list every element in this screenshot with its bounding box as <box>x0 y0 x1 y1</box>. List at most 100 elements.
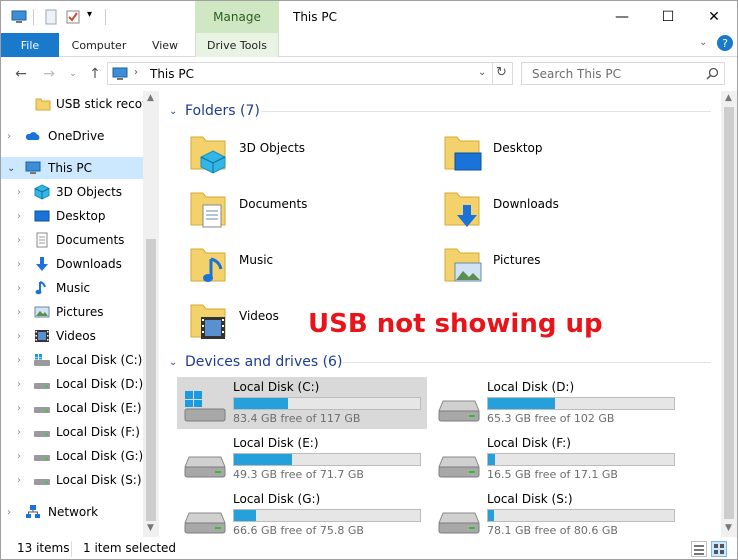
sidebar-item-pictures[interactable]: › Pictures <box>1 301 143 323</box>
breadcrumb-this-pc[interactable]: This PC <box>150 67 194 81</box>
folder-label: Pictures <box>493 253 541 267</box>
forward-arrow-icon[interactable]: → <box>39 64 59 84</box>
search-input[interactable]: Search This PC <box>521 62 725 85</box>
properties-icon[interactable] <box>65 9 81 25</box>
computer-icon[interactable] <box>11 9 27 25</box>
tab-file[interactable]: File <box>1 33 59 57</box>
scroll-up-icon[interactable]: ▲ <box>725 93 732 103</box>
sidebar-item-local-disk-s[interactable]: › Local Disk (S:) <box>1 469 143 491</box>
sidebar-item-label: Network <box>48 505 99 519</box>
manage-context-tab[interactable]: Manage <box>195 1 279 33</box>
sidebar-item-videos[interactable]: › Videos <box>1 325 143 347</box>
drives-group-header[interactable]: ⌄ Devices and drives (6) <box>169 352 342 372</box>
details-view-icon[interactable] <box>691 541 707 557</box>
sidebar-item-local-disk-f[interactable]: › Local Disk (F:) <box>1 421 143 443</box>
expand-chevron-icon[interactable]: › <box>17 451 27 462</box>
content-scrollbar[interactable]: ▲ ▼ <box>721 91 737 537</box>
expand-chevron-icon[interactable]: › <box>17 331 27 342</box>
expand-chevron-icon[interactable]: › <box>17 427 27 438</box>
folder-music[interactable]: Music <box>183 241 423 291</box>
drive-tile-d[interactable]: Local Disk (D:) 65.3 GB free of 102 GB <box>431 377 681 429</box>
recent-locations-icon[interactable]: ⌄ <box>63 64 83 84</box>
sidebar-item-this-pc[interactable]: ⌄ This PC <box>1 157 143 179</box>
sidebar-item-label: Downloads <box>56 257 122 271</box>
collapse-chevron-icon[interactable]: ⌄ <box>169 357 179 368</box>
expand-chevron-icon[interactable]: › <box>17 355 27 366</box>
drive-usage-bar <box>487 397 675 410</box>
address-bar[interactable]: › This PC ⌄ ↻ <box>107 62 513 85</box>
tiles-view-icon[interactable] <box>711 541 727 557</box>
up-arrow-icon[interactable]: ↑ <box>85 64 105 84</box>
documents-icon <box>36 232 48 248</box>
sidebar-item-onedrive[interactable]: › OneDrive <box>1 125 143 147</box>
expand-chevron-icon[interactable]: › <box>7 507 17 518</box>
sidebar-item-music[interactable]: › Music <box>1 277 143 299</box>
sidebar-item-local-disk-g[interactable]: › Local Disk (G:) <box>1 445 143 467</box>
sidebar-item-3d-objects[interactable]: › 3D Objects <box>1 181 143 203</box>
folder-pictures[interactable]: Pictures <box>437 241 677 291</box>
scroll-down-icon[interactable]: ▼ <box>725 523 732 533</box>
maximize-button[interactable]: ☐ <box>645 1 691 33</box>
drive-name: Local Disk (G:) <box>233 492 321 506</box>
folders-group-header[interactable]: ⌄ Folders (7) <box>169 101 260 121</box>
drive-tile-s[interactable]: Local Disk (S:) 78.1 GB free of 80.6 GB <box>431 489 681 537</box>
expand-chevron-icon[interactable]: › <box>17 187 27 198</box>
drive-free-space: 83.4 GB free of 117 GB <box>233 412 361 425</box>
expand-chevron-icon[interactable]: › <box>17 259 27 270</box>
close-button[interactable]: ✕ <box>691 1 737 33</box>
folder-documents[interactable]: Documents <box>183 185 423 235</box>
drive-icon <box>34 383 50 389</box>
collapse-chevron-icon[interactable]: ⌄ <box>7 163 17 174</box>
expand-chevron-icon[interactable]: › <box>17 379 27 390</box>
minimize-button[interactable]: — <box>599 1 645 33</box>
qat-dropdown-icon[interactable]: ▾ <box>87 9 92 20</box>
collapse-chevron-icon[interactable]: ⌄ <box>169 106 179 117</box>
content-scrollbar-thumb[interactable] <box>724 107 734 519</box>
expand-ribbon-icon[interactable]: ⌄ <box>699 37 707 48</box>
expand-chevron-icon[interactable]: › <box>7 131 17 142</box>
drive-icon <box>438 456 480 478</box>
sidebar-item-documents[interactable]: › Documents <box>1 229 143 251</box>
drive-usage-fill <box>488 454 495 465</box>
sidebar-item-quick-access[interactable]: USB stick recove <box>1 93 157 115</box>
sidebar-item-label: Local Disk (C:) <box>56 353 143 367</box>
breadcrumb-chevron-icon[interactable]: › <box>134 67 138 78</box>
nav-scrollbar[interactable]: ▲ ▼ <box>143 91 159 537</box>
sidebar-item-local-disk-c[interactable]: › Local Disk (C:) <box>1 349 143 371</box>
address-dropdown-icon[interactable]: ⌄ <box>478 67 486 78</box>
blank-page-icon[interactable] <box>43 9 59 25</box>
pictures-icon <box>34 306 50 318</box>
scroll-up-icon[interactable]: ▲ <box>147 93 154 103</box>
drive-tile-c[interactable]: Local Disk (C:) 83.4 GB free of 117 GB <box>177 377 427 429</box>
tab-view[interactable]: View <box>141 33 189 57</box>
refresh-icon[interactable]: ↻ <box>496 65 507 80</box>
expand-chevron-icon[interactable]: › <box>17 211 27 222</box>
expand-chevron-icon[interactable]: › <box>17 235 27 246</box>
tab-computer[interactable]: Computer <box>65 33 133 57</box>
sidebar-item-label: Desktop <box>56 209 106 223</box>
search-icon[interactable] <box>706 67 719 80</box>
scroll-down-icon[interactable]: ▼ <box>147 523 154 533</box>
sidebar-item-local-disk-d[interactable]: › Local Disk (D:) <box>1 373 143 395</box>
folder-desktop[interactable]: Desktop <box>437 129 677 179</box>
drive-icon <box>184 512 226 534</box>
tab-drive-tools[interactable]: Drive Tools <box>195 33 279 57</box>
sidebar-item-network[interactable]: › Network <box>1 501 143 523</box>
expand-chevron-icon[interactable]: › <box>17 475 27 486</box>
back-arrow-icon[interactable]: ← <box>11 64 31 84</box>
drive-tile-g[interactable]: Local Disk (G:) 66.6 GB free of 75.8 GB <box>177 489 427 537</box>
help-icon[interactable]: ? <box>717 35 733 51</box>
folder-3d-objects[interactable]: 3D Objects <box>183 129 423 179</box>
expand-chevron-icon[interactable]: › <box>17 283 27 294</box>
drive-tile-e[interactable]: Local Disk (E:) 49.3 GB free of 71.7 GB <box>177 433 427 485</box>
drive-tile-f[interactable]: Local Disk (F:) 16.5 GB free of 17.1 GB <box>431 433 681 485</box>
folder-downloads[interactable]: Downloads <box>437 185 677 235</box>
drive-icon <box>34 407 50 413</box>
sidebar-item-desktop[interactable]: › Desktop <box>1 205 143 227</box>
sidebar-item-downloads[interactable]: › Downloads <box>1 253 143 275</box>
sidebar-item-label: Local Disk (E:) <box>56 401 142 415</box>
nav-scrollbar-thumb[interactable] <box>146 239 156 521</box>
sidebar-item-local-disk-e[interactable]: › Local Disk (E:) <box>1 397 143 419</box>
expand-chevron-icon[interactable]: › <box>17 403 27 414</box>
expand-chevron-icon[interactable]: › <box>17 307 27 318</box>
